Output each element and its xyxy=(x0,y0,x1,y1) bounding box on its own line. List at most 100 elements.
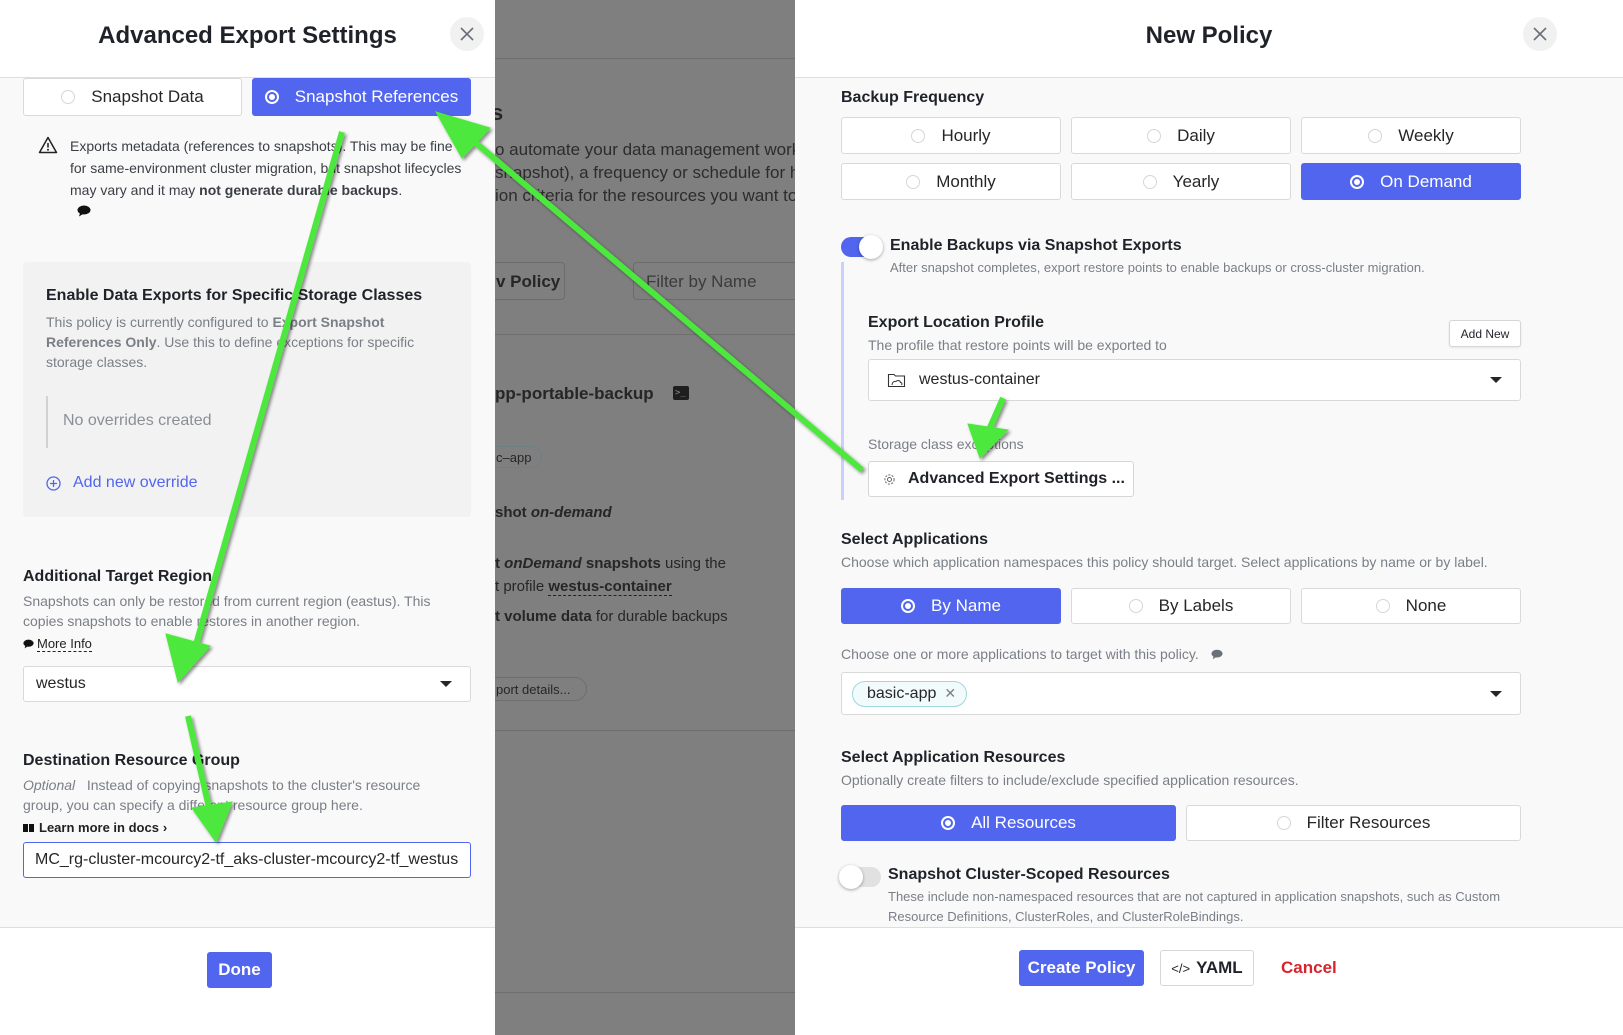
select-applications-desc: Choose which application namespaces this… xyxy=(841,554,1488,570)
bg-text: onDemand xyxy=(504,555,582,572)
panel-title: Advanced Export Settings xyxy=(98,22,397,49)
storage-class-exceptions-label: Storage class exceptions xyxy=(868,436,1024,452)
export-location-select[interactable]: westus-container xyxy=(868,359,1521,401)
radio-icon xyxy=(906,174,921,189)
divider xyxy=(495,730,795,731)
cancel-button[interactable]: Cancel xyxy=(1281,958,1337,978)
option-label: None xyxy=(1405,596,1447,615)
no-overrides-text: No overrides created xyxy=(63,412,212,429)
target-region-select[interactable]: westus xyxy=(23,666,471,702)
bg-export-line-1: t onDemand snapshots using the xyxy=(495,555,726,572)
comment-icon[interactable] xyxy=(1211,649,1223,660)
desc-text: This policy is currently configured to xyxy=(46,314,273,330)
frequency-on-demand[interactable]: On Demand xyxy=(1301,163,1521,200)
frequency-monthly[interactable]: Monthly xyxy=(841,163,1061,200)
export-location-desc: The profile that restore points will be … xyxy=(868,337,1167,353)
export-mode-snapshot-data[interactable]: Snapshot Data xyxy=(23,78,242,116)
target-region-desc: Snapshots can only be restored from curr… xyxy=(23,593,431,629)
resource-group-desc: Optional Instead of copying snapshots to… xyxy=(23,775,463,815)
done-button[interactable]: Done xyxy=(207,952,272,988)
empty-state-bar xyxy=(46,396,48,448)
radio-icon xyxy=(1375,599,1390,613)
resources-all[interactable]: All Resources xyxy=(841,805,1176,841)
divider xyxy=(495,992,795,993)
toggle-knob xyxy=(839,865,863,889)
frequency-daily[interactable]: Daily xyxy=(1071,117,1291,154)
bg-new-policy-button: v Policy xyxy=(495,262,565,300)
select-applications-label: Select Applications xyxy=(841,531,988,548)
advanced-export-settings-button[interactable]: Advanced Export Settings ... xyxy=(868,461,1134,497)
snapshot-exports-label: Enable Backups via Snapshot Exports xyxy=(890,237,1182,254)
warning-text-bold: not generate durable backups xyxy=(199,182,399,198)
optional-label: Optional xyxy=(23,777,76,793)
bg-action-em: on-demand xyxy=(530,504,612,521)
divider xyxy=(495,334,795,335)
warning-text: Exports metadata (references to snapshot… xyxy=(70,135,465,201)
bg-export-details-pill: port details... xyxy=(495,677,587,701)
bg-export-line-3: t volume data for durable backups xyxy=(495,608,728,625)
docs-link-label: Learn more in docs xyxy=(39,820,159,835)
divider xyxy=(495,58,795,59)
bg-text: t xyxy=(495,555,500,572)
option-label: All Resources xyxy=(971,813,1076,832)
button-label: YAML xyxy=(1196,958,1243,977)
cluster-scoped-desc: These include non-namespaced resources t… xyxy=(888,889,1501,924)
more-info-link[interactable]: More Info xyxy=(23,636,92,652)
frequency-hourly[interactable]: Hourly xyxy=(841,117,1061,154)
bg-app-chip: c–app xyxy=(495,446,542,468)
caret-down-icon xyxy=(1490,690,1502,697)
background-page: s o automate your data management workf … xyxy=(495,0,795,1035)
bg-text: t profile xyxy=(495,578,545,595)
radio-icon xyxy=(1276,816,1291,830)
warning-text-end: . xyxy=(398,182,403,198)
remove-chip-icon[interactable]: ✕ xyxy=(944,685,956,706)
snapshot-exports-toggle[interactable] xyxy=(841,235,883,259)
option-label: Hourly xyxy=(941,125,991,145)
bg-policy-name: pp-portable-backup xyxy=(495,384,654,403)
create-policy-button[interactable]: Create Policy xyxy=(1019,950,1144,986)
option-label: Snapshot References xyxy=(294,87,459,106)
plus-circle-icon xyxy=(46,475,61,491)
more-info-label: More Info xyxy=(37,636,92,652)
resource-group-title: Destination Resource Group xyxy=(23,752,240,769)
option-label: By Labels xyxy=(1158,596,1234,615)
option-label: Daily xyxy=(1177,125,1215,145)
bg-text: using the xyxy=(665,555,726,572)
app-chip: basic-app ✕ xyxy=(852,681,968,707)
close-button[interactable] xyxy=(450,17,484,51)
app-select-by-labels[interactable]: By Labels xyxy=(1071,588,1291,624)
export-mode-snapshot-references[interactable]: Snapshot References xyxy=(252,78,471,116)
frequency-yearly[interactable]: Yearly xyxy=(1071,163,1291,200)
bg-description-line: ion criteria for the resources you want … xyxy=(495,186,795,205)
select-resources-desc: Optionally create filters to include/exc… xyxy=(841,772,1299,788)
option-label: On Demand xyxy=(1380,171,1472,191)
docs-link[interactable]: Learn more in docs › xyxy=(23,820,167,835)
resource-group-input[interactable]: MC_rg-cluster-mcourcy2-tf_aks-cluster-mc… xyxy=(23,842,471,878)
radio-icon xyxy=(1350,174,1365,189)
cluster-scoped-toggle[interactable] xyxy=(839,865,881,889)
chevron-right-icon: › xyxy=(162,820,168,835)
radio-icon xyxy=(1142,174,1157,189)
option-label: By Name xyxy=(931,596,1001,615)
yaml-button[interactable]: </> YAML xyxy=(1160,950,1254,986)
panel-footer: Done xyxy=(0,927,495,1035)
bg-action-text: shot xyxy=(495,504,527,521)
warning-triangle-icon xyxy=(38,136,58,154)
close-icon xyxy=(1533,27,1547,41)
add-override-link[interactable]: Add new override xyxy=(46,474,198,492)
add-new-profile-button[interactable]: Add New xyxy=(1449,320,1521,347)
app-select-none[interactable]: None xyxy=(1301,588,1521,624)
frequency-weekly[interactable]: Weekly xyxy=(1301,117,1521,154)
bg-text: for durable backups xyxy=(595,608,728,625)
button-label: Advanced Export Settings ... xyxy=(908,470,1125,487)
panel-header: New Policy xyxy=(795,0,1623,78)
option-label: Yearly xyxy=(1172,171,1220,191)
bg-filter-input: Filter by Name xyxy=(633,262,795,300)
close-button[interactable] xyxy=(1523,17,1557,51)
target-region-title: Additional Target Region xyxy=(23,568,213,585)
app-select-by-name[interactable]: By Name xyxy=(841,588,1061,624)
resources-filter[interactable]: Filter Resources xyxy=(1186,805,1521,841)
option-label: Snapshot Data xyxy=(91,87,204,106)
option-label: Weekly xyxy=(1398,125,1454,145)
comment-icon[interactable] xyxy=(77,205,91,217)
